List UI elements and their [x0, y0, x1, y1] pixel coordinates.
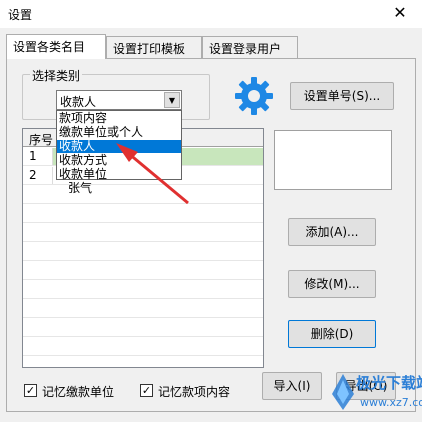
import-button[interactable]: 导入(I): [262, 372, 322, 400]
table-row: [23, 281, 263, 299]
tab-print-template[interactable]: 设置打印模板: [106, 36, 202, 58]
table-row: [23, 338, 263, 356]
table-row: [23, 186, 263, 204]
tab-categories[interactable]: 设置各类名目: [6, 34, 106, 59]
table-row: [23, 262, 263, 280]
row-seq: 2: [23, 167, 53, 184]
watermark-url: www.xz7.com: [360, 396, 422, 409]
window-title: 设置: [8, 8, 33, 22]
set-number-button[interactable]: 设置单号(S)...: [290, 82, 394, 110]
table-row: [23, 319, 263, 337]
row-seq: 1: [23, 148, 53, 165]
dropdown-option[interactable]: 收款方式: [57, 154, 181, 167]
row-extra: [209, 167, 263, 184]
title-bar: 设置 ✕: [0, 0, 422, 28]
tab-login-users[interactable]: 设置登录用户: [202, 36, 298, 58]
row-extra: [209, 148, 263, 165]
table-row: [23, 205, 263, 223]
watermark: 极光下载站 www.xz7.com: [330, 368, 422, 418]
checkbox-label: 记忆款项内容: [158, 385, 231, 399]
category-legend: 选择类别: [30, 67, 83, 84]
checkbox-box[interactable]: ✓: [24, 384, 37, 397]
add-button[interactable]: 添加(A)...: [288, 218, 376, 246]
partial-cell-text: 张气: [68, 181, 93, 195]
dropdown-option[interactable]: 缴款单位或个人: [57, 126, 181, 139]
modify-button[interactable]: 修改(M)...: [288, 270, 376, 298]
table-row: [23, 243, 263, 261]
checkbox-box[interactable]: ✓: [140, 384, 153, 397]
category-dropdown-list[interactable]: 款项内容 缴款单位或个人 收款人 收款方式 收款单位: [56, 110, 182, 181]
close-icon[interactable]: ✕: [378, 0, 422, 28]
category-select[interactable]: 收款人 ▼: [56, 90, 182, 110]
checkbox-label: 记忆缴款单位: [42, 385, 115, 399]
chevron-down-icon[interactable]: ▼: [164, 92, 180, 108]
number-preview: [274, 130, 392, 190]
gear-icon: [235, 77, 273, 115]
delete-button[interactable]: 删除(D): [288, 320, 376, 348]
table-row: [23, 224, 263, 242]
table-row: [23, 300, 263, 318]
watermark-logo-icon: [332, 374, 354, 410]
dropdown-option[interactable]: 款项内容: [57, 112, 181, 125]
dropdown-option-selected[interactable]: 收款人: [57, 140, 181, 153]
category-selected-value: 收款人: [60, 95, 97, 109]
header-seq: 序号: [29, 133, 54, 147]
watermark-title: 极光下载站: [356, 374, 422, 392]
